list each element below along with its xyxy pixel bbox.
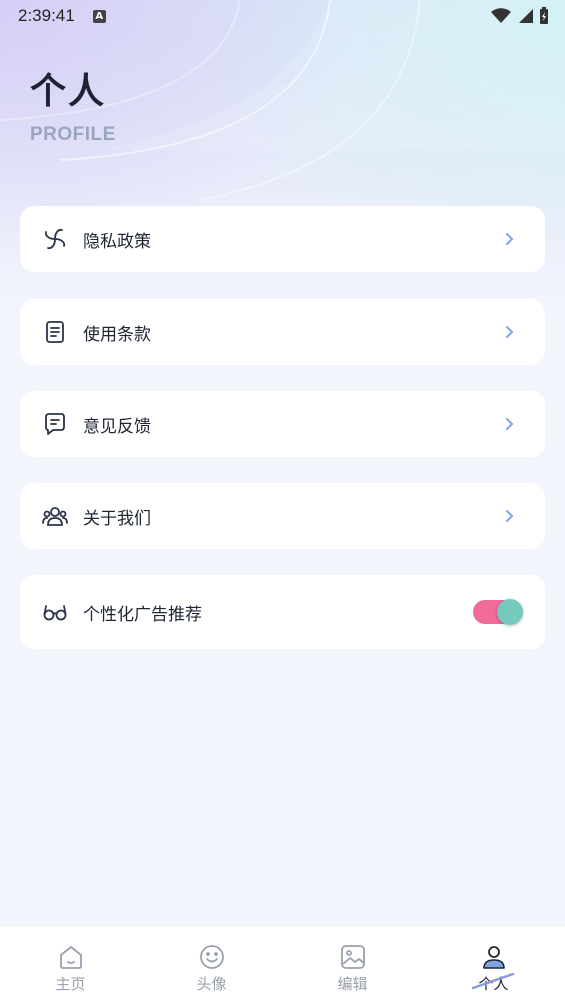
glasses-icon [42, 599, 68, 625]
page-title: 个人 [30, 71, 107, 112]
document-icon [42, 319, 68, 345]
menu-item-terms-of-use[interactable]: 使用条款 [20, 299, 545, 365]
page-subtitle: PROFILE [30, 124, 116, 145]
tab-profile[interactable]: 个人 [423, 926, 564, 1004]
personalized-ads-toggle[interactable] [473, 599, 523, 625]
tab-edit[interactable]: 编辑 [282, 926, 423, 1004]
chevron-right-icon [506, 510, 514, 522]
chevron-right-icon [506, 418, 514, 430]
tab-label: 编辑 [337, 975, 368, 993]
toggle-thumb [497, 599, 523, 625]
menu-item-privacy-policy[interactable]: 隐私政策 [20, 206, 545, 272]
page-header: 个人 PROFILE [30, 62, 116, 146]
signal-icon [519, 9, 533, 23]
bottom-tab-bar: 主页 头像 编辑 个人 [0, 926, 565, 1004]
people-icon [42, 503, 68, 529]
menu-item-feedback[interactable]: 意见反馈 [20, 391, 545, 457]
chat-icon [42, 411, 68, 437]
status-time: 2:39:41 [18, 6, 75, 25]
active-tab-underline [471, 972, 515, 990]
user-icon [482, 946, 505, 969]
smiley-icon [199, 945, 224, 969]
chevron-right-icon [506, 233, 514, 245]
tab-label: 主页 [55, 975, 86, 993]
menu-item-label: 个性化广告推荐 [83, 604, 202, 625]
menu-item-personalized-ads: 个性化广告推荐 [20, 575, 545, 649]
menu-item-label: 关于我们 [83, 508, 151, 529]
menu-item-label: 使用条款 [83, 324, 151, 345]
tab-label: 头像 [196, 975, 227, 993]
image-icon [340, 945, 365, 969]
tab-home[interactable]: 主页 [0, 926, 141, 1004]
status-bar: 2:39:41 A [0, 0, 565, 32]
a-letter-icon: A [92, 9, 106, 23]
home-icon [59, 946, 82, 969]
chevron-right-icon [506, 326, 514, 338]
wifi-icon [491, 8, 511, 23]
menu-item-about-us[interactable]: 关于我们 [20, 483, 545, 549]
pinwheel-icon [42, 226, 68, 252]
menu-item-label: 隐私政策 [83, 231, 151, 252]
status-icons [491, 7, 549, 25]
battery-icon [540, 7, 548, 24]
tab-avatar[interactable]: 头像 [141, 926, 282, 1004]
menu-item-label: 意见反馈 [83, 416, 151, 437]
